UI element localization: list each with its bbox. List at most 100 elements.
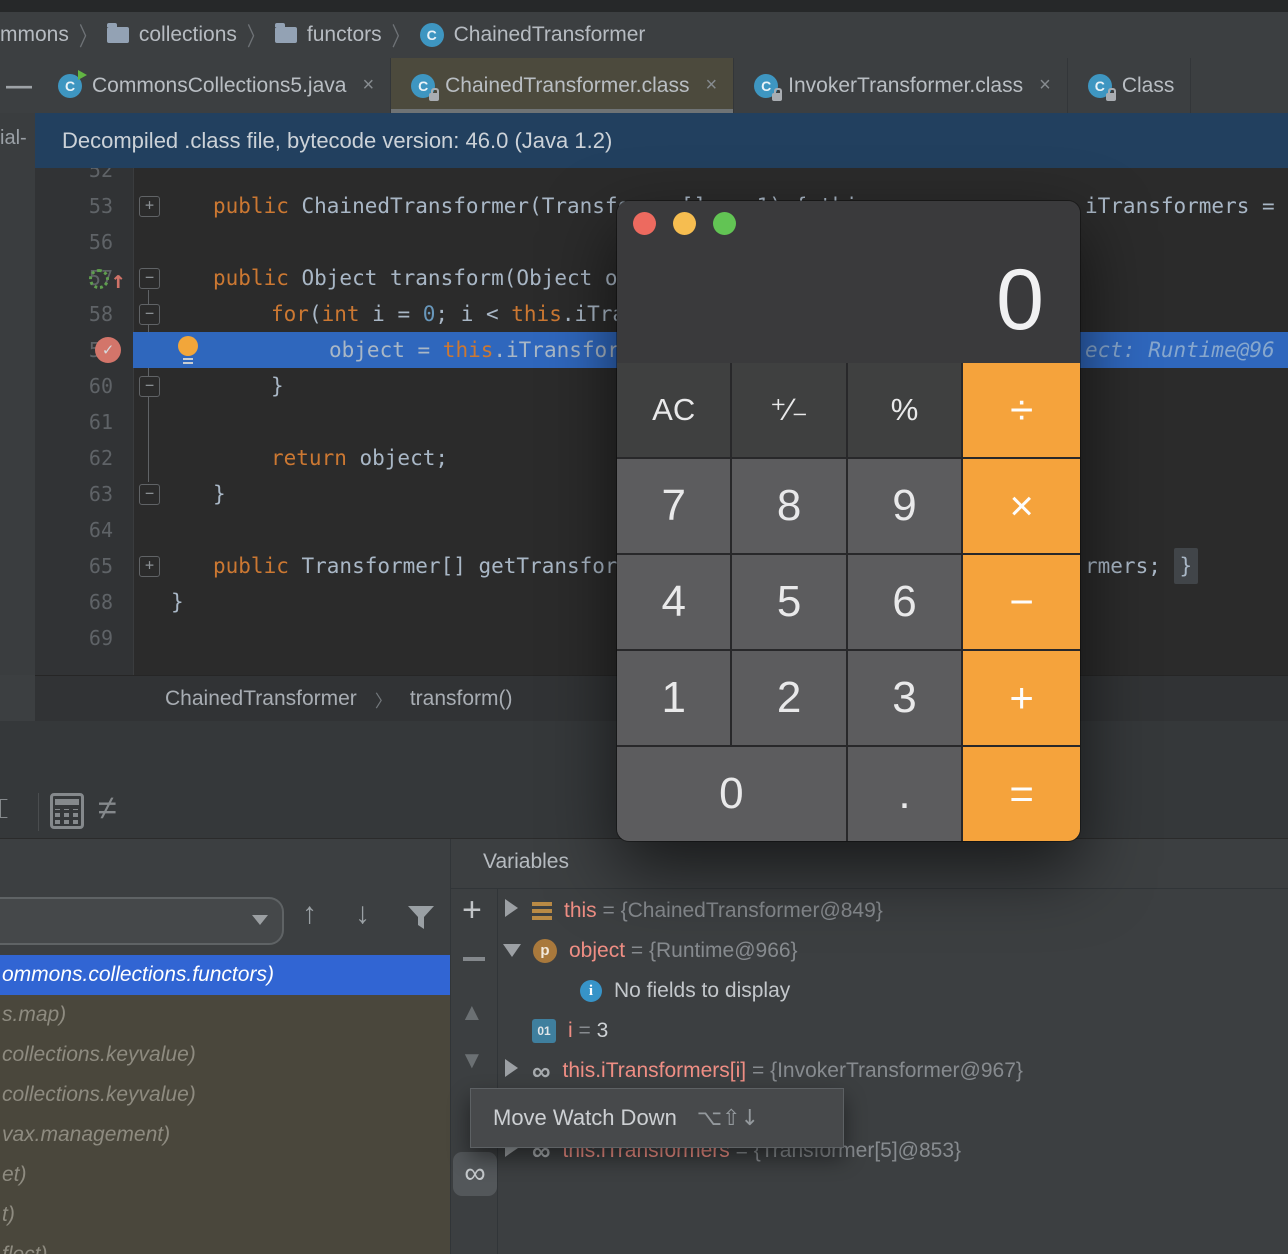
calculator-keypad: AC ⁺∕₋% ÷ 7 8 9 × 4 5 6− 1 2 3 +0. = — [617, 363, 1080, 841]
fold-collapse-icon[interactable]: − — [139, 484, 160, 505]
breadcrumb-item[interactable]: collections — [139, 23, 237, 47]
fold-collapse-icon[interactable]: − — [139, 268, 160, 289]
frames-filter-combobox[interactable] — [0, 897, 284, 945]
line-number[interactable]: 61 — [48, 404, 113, 440]
calc-button-2[interactable]: 2 — [732, 651, 846, 745]
calc-button-x[interactable]: ÷ — [963, 363, 1080, 457]
panel-divider[interactable] — [450, 839, 451, 1254]
tab-commonscollections5-java[interactable]: C CommonsCollections5.java × — [38, 58, 392, 113]
frame-row[interactable]: ommons.collections.functors) — [0, 955, 450, 995]
intention-bulb-icon[interactable] — [175, 336, 201, 364]
chevron-down-icon[interactable] — [252, 915, 268, 925]
move-up-icon[interactable]: ↑ — [302, 897, 317, 931]
calc-button-6[interactable]: 6 — [847, 555, 962, 649]
breadcrumb-method[interactable]: transform() — [410, 687, 513, 711]
ibeam-icon[interactable]: ⌶ — [0, 793, 9, 826]
breadcrumb-separator: 〉 — [391, 22, 410, 51]
folded-region-box[interactable]: } — [1173, 548, 1199, 584]
line-number[interactable]: 68 — [48, 584, 113, 620]
filter-icon[interactable] — [406, 903, 436, 933]
calc-button-x[interactable]: + — [963, 651, 1080, 745]
frame-row[interactable]: collections.keyvalue) — [0, 1075, 450, 1115]
debug-panel: ↑ ↓ ommons.collections.functors) s.map) co… — [0, 839, 1288, 1254]
calc-button-x[interactable]: × — [963, 459, 1080, 553]
tab-class[interactable]: C Class — [1068, 58, 1192, 113]
calc-button-x[interactable]: % — [847, 363, 962, 457]
variables-panel-title: Variables — [483, 850, 569, 873]
breadcrumb-class[interactable]: ChainedTransformer — [165, 687, 357, 711]
variable-row-i[interactable]: 01 i = 3 — [500, 1011, 1288, 1051]
line-number[interactable]: 58 — [48, 296, 113, 332]
calc-button-0[interactable]: 0 — [617, 747, 846, 841]
calc-button-4[interactable]: 4 — [617, 555, 731, 649]
remove-watch-button[interactable] — [463, 957, 485, 961]
frame-row[interactable]: collections.keyvalue) — [0, 1035, 450, 1075]
line-number[interactable]: 60 — [48, 368, 113, 404]
evaluate-expression-icon[interactable] — [50, 793, 84, 829]
fold-collapse-icon[interactable]: − — [139, 304, 160, 325]
expand-icon[interactable] — [505, 1059, 518, 1077]
line-number[interactable]: 62 — [48, 440, 113, 476]
traffic-light-close-button[interactable] — [633, 212, 656, 235]
calc-button-1[interactable]: 1 — [617, 651, 731, 745]
close-icon[interactable]: × — [362, 74, 374, 97]
line-number[interactable]: 63 — [48, 476, 113, 512]
calc-button-xxx[interactable]: ⁺∕₋ — [732, 363, 846, 457]
breadcrumb-item[interactable]: mmons — [0, 23, 69, 47]
tooltip-label: Move Watch Down — [493, 1105, 677, 1130]
close-icon[interactable]: × — [1039, 74, 1051, 97]
variable-row-this[interactable]: this = {ChainedTransformer@849} — [500, 891, 1288, 931]
move-watch-down-button[interactable]: ▼ — [460, 1047, 484, 1075]
calc-button-5[interactable]: 5 — [732, 555, 846, 649]
tab-chainedtransformer-class[interactable]: C ChainedTransformer.class × — [391, 58, 735, 113]
close-icon[interactable]: × — [705, 74, 717, 97]
frame-row[interactable]: flect) — [0, 1235, 450, 1254]
mute-breakpoints-icon[interactable]: ≠ — [98, 789, 117, 828]
move-watch-up-button[interactable]: ▲ — [460, 999, 484, 1027]
line-number[interactable]: 53 — [48, 188, 113, 224]
breadcrumb-separator: 〉 — [78, 22, 97, 51]
fold-collapse-icon[interactable]: − — [139, 376, 160, 397]
line-number[interactable]: 56 — [48, 224, 113, 260]
add-watch-button[interactable]: + — [462, 891, 482, 930]
breadcrumb-item[interactable]: functors — [307, 23, 382, 47]
line-number[interactable]: 69 — [48, 620, 113, 656]
calc-button-AC[interactable]: AC — [617, 363, 731, 457]
calc-button-7[interactable]: 7 — [617, 459, 731, 553]
calc-button-x[interactable]: − — [963, 555, 1080, 649]
class-lock-icon: C — [1087, 73, 1116, 101]
calc-button-x[interactable]: = — [963, 747, 1080, 841]
frame-row[interactable]: s.map) — [0, 995, 450, 1035]
variable-row-this-iTransformers-i-[interactable]: ∞ this.iTransformers[i] = {InvokerTransfo… — [500, 1051, 1288, 1091]
line-number[interactable]: 65 — [48, 548, 113, 584]
breadcrumb: mmons 〉 collections 〉 functors 〉 C ChainedTrans… — [0, 12, 1288, 58]
frame-row[interactable]: et) — [0, 1155, 450, 1195]
frame-row[interactable]: t) — [0, 1195, 450, 1235]
variable-row-object[interactable]: p object = {Runtime@966} — [500, 931, 1288, 971]
expand-icon[interactable] — [505, 899, 518, 917]
code-line-52[interactable]: 52 — [35, 168, 1288, 188]
collapse-icon[interactable] — [503, 944, 521, 957]
debugger-inline-value-hint: ect: Runtime@96 — [1085, 338, 1275, 362]
move-down-icon[interactable]: ↓ — [355, 897, 370, 931]
fold-expand-icon[interactable]: + — [139, 556, 160, 577]
code-text: } — [213, 482, 226, 506]
traffic-light-zoom-button[interactable] — [713, 212, 736, 235]
breakpoint-icon[interactable]: ✓ — [95, 337, 121, 363]
calc-button-3[interactable]: 3 — [847, 651, 962, 745]
calc-button-x[interactable]: . — [847, 747, 962, 841]
line-number[interactable]: 64 — [48, 512, 113, 548]
line-number[interactable]: 52 — [48, 168, 113, 188]
calc-button-8[interactable]: 8 — [732, 459, 846, 553]
variables-info-row[interactable]: i No fields to display — [500, 971, 1288, 1011]
calc-button-9[interactable]: 9 — [847, 459, 962, 553]
fold-expand-icon[interactable]: + — [139, 196, 160, 217]
tab-invokertransformer-class[interactable]: C InvokerTransformer.class × — [734, 58, 1068, 113]
overrides-method-icon[interactable]: ↑ — [89, 266, 129, 294]
breadcrumb-item[interactable]: ChainedTransformer — [454, 23, 646, 47]
frame-row[interactable]: vax.management) — [0, 1115, 450, 1155]
traffic-light-minimize-button[interactable] — [673, 212, 696, 235]
show-watches-button[interactable]: ∞ — [453, 1152, 497, 1196]
frames-list[interactable]: ommons.collections.functors) s.map) collec… — [0, 955, 450, 1254]
calculator-window[interactable]: 0 AC ⁺∕₋% ÷ 7 8 9 × 4 5 6− 1 2 3 +0. = — [617, 201, 1080, 841]
